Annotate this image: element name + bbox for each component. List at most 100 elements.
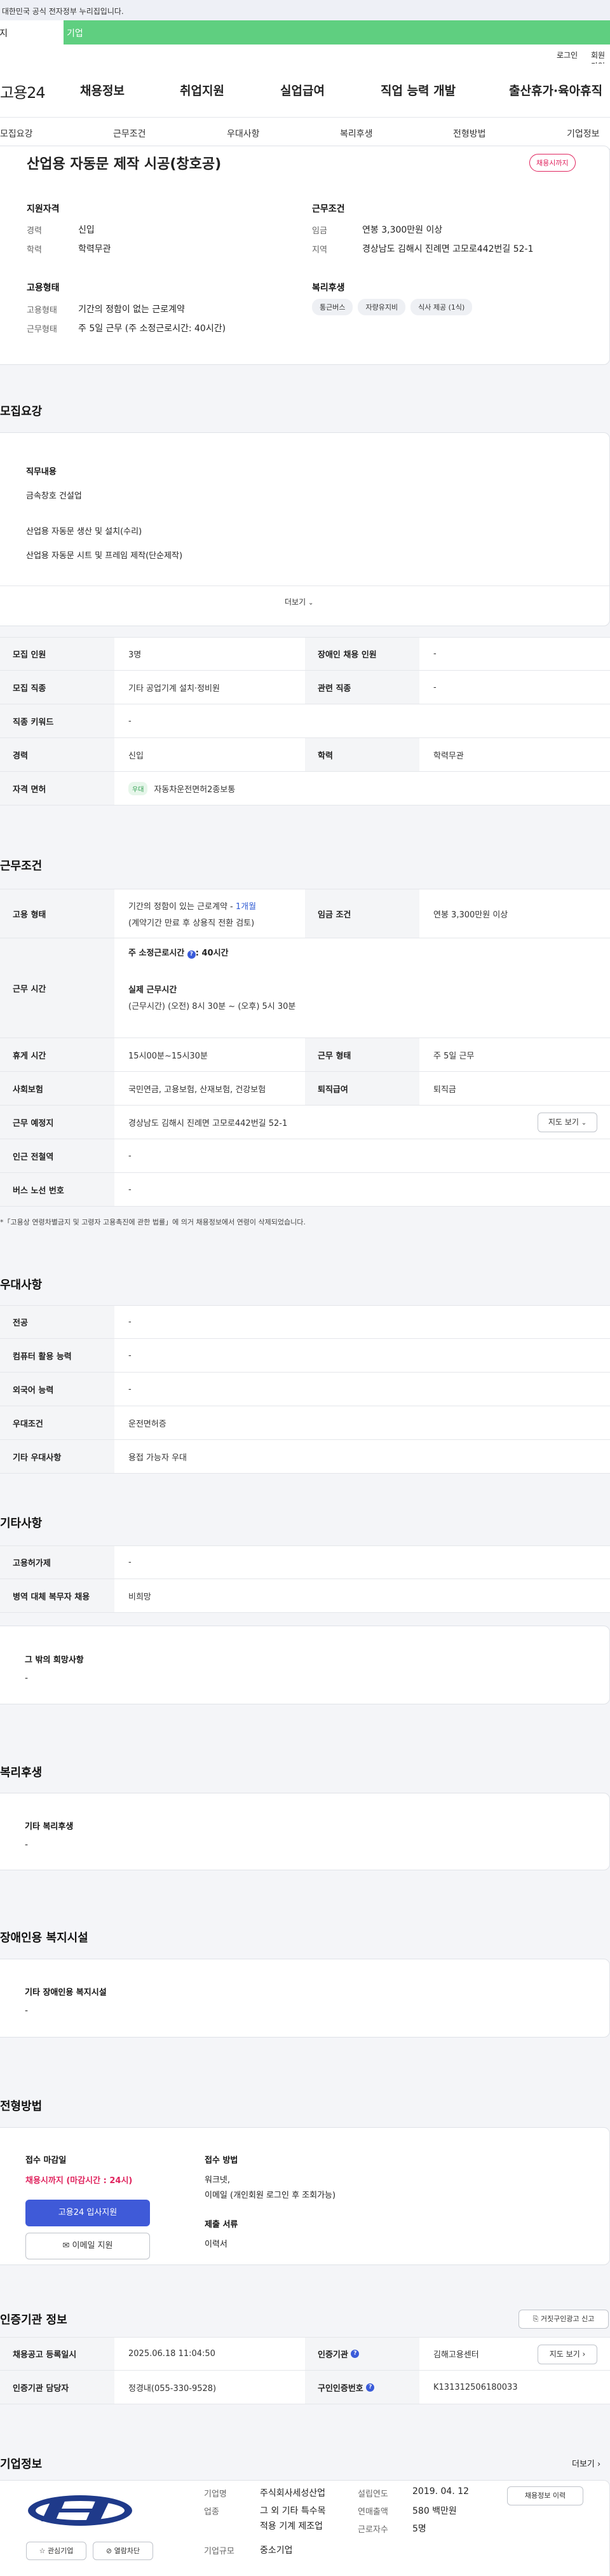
company-more-link[interactable]: 더보기 › [572, 2457, 600, 2469]
tab-preference[interactable]: 우대사항 [227, 127, 260, 140]
agency-map-label: 지도 보기 [549, 2350, 580, 2359]
table-row: 직종 키워드 - [0, 704, 610, 738]
tab-welfare[interactable]: 복리후생 [340, 127, 373, 140]
standard-hours-value: : 40시간 [195, 949, 229, 958]
job-history-button[interactable]: 채용정보 이력 [507, 2486, 583, 2505]
recruit-section-title: 모집요강 [0, 405, 43, 418]
favorite-company-button[interactable]: ☆ 관심기업 [26, 2542, 86, 2560]
notice-banner[interactable]: 기업 [64, 20, 610, 45]
table-row: 우대조건 운전면허증 [0, 1406, 610, 1440]
severance-label: 퇴직급여 [305, 1072, 419, 1105]
career-label: 경력 [27, 226, 42, 236]
deadline-value: 채용시까지 (마감시간 : 24시) [25, 2176, 133, 2186]
work-type-value: 주 5일 근무 (주 소정근로시간: 40시간) [78, 324, 226, 334]
method-line: 워크넷, [205, 2175, 231, 2185]
welfare-heading: 기타 복리후생 [25, 1822, 74, 1832]
subway-value: - [128, 1151, 132, 1161]
help-icon[interactable]: ? [351, 2350, 360, 2358]
table-row: 채용공고 등록일시 2025.06.18 11:04:50 인증기관 ? 김해고… [0, 2337, 610, 2371]
emp-type-value: 기간의 정함이 있는 근로계약 - 1개월 [128, 900, 256, 912]
gnb-item-skills[interactable]: 직업 능력 개발 [381, 81, 456, 99]
method-heading: 접수 방법 [205, 2156, 238, 2165]
tab-process[interactable]: 전형방법 [453, 127, 486, 140]
computer-skill-label: 컴퓨터 활용 능력 [0, 1339, 114, 1372]
break-time-value: 15시00분~15시30분 [128, 1051, 208, 1061]
table-row: 고용허가제 - [0, 1545, 610, 1579]
block-icon: ⊘ [105, 2547, 112, 2555]
mail-icon: ✉ [62, 2241, 70, 2251]
employment-type-heading: 고용형태 [27, 283, 60, 293]
tab-work[interactable]: 근무조건 [113, 127, 146, 140]
site-logo[interactable]: 고용24 [0, 80, 46, 102]
more-button-label: 더보기 [285, 598, 306, 606]
report-icon: ⎘ [532, 2315, 539, 2323]
emp-type-text: 기간의 정함이 있는 근로계약 - [128, 902, 236, 912]
gnb-item-jobs[interactable]: 채용정보 [80, 81, 125, 99]
wage-condition-value: 연봉 3,300만원 이상 [433, 910, 508, 920]
work-place-label: 근무 예정지 [0, 1106, 114, 1139]
tab-recruit[interactable]: 모집요강 [0, 127, 33, 140]
map-button[interactable]: 지도 보기 ⌄ [538, 1113, 597, 1132]
table-row: 외국어 능력 - [0, 1373, 610, 1406]
company-size-label: 기업규모 [204, 2547, 234, 2556]
headcount-label: 모집 인원 [0, 638, 114, 670]
table-row: 기타 우대사항 용접 가능자 우대 [0, 1440, 610, 1474]
welfare-value: - [25, 1840, 29, 1850]
report-fake-ad-button[interactable]: ⎘ 거짓구인광고 신고 [518, 2310, 609, 2329]
help-icon[interactable]: ? [366, 2383, 375, 2392]
agency-section-title: 인증기관 정보 [0, 2313, 67, 2327]
help-icon[interactable]: ? [187, 950, 196, 959]
work-hours-label: 근무 시간 [0, 938, 114, 1038]
tab-company[interactable]: 기업정보 [567, 127, 600, 140]
star-icon: ☆ [39, 2547, 46, 2555]
disabled-facility-card: 기타 장애인용 복지시설 - [0, 1959, 610, 2038]
education-value: 학력무관 [433, 751, 464, 761]
standard-hours: 주 소정근로시간 ?: 40시간 [128, 946, 229, 959]
job-title: 산업용 자동문 제작 시공(창호공) [27, 156, 222, 172]
emp-type-note: (계약기간 만료 후 상용직 전환 검토) [128, 919, 255, 928]
table-row: 인증기관 담당자 정경내(055-330-9528) 구인인증번호 ? K131… [0, 2371, 610, 2404]
gnb-item-employment-support[interactable]: 취업지원 [180, 81, 224, 99]
agency-map-button[interactable]: 지도 보기 › [538, 2345, 597, 2364]
other-wishes-card: 그 밖의 희망사항 - [0, 1626, 610, 1704]
related-job-value: - [433, 682, 437, 692]
actual-hours-label: 실제 근무시간 [128, 985, 177, 995]
report-fake-ad-label: 거짓구인광고 신고 [540, 2315, 595, 2323]
break-time-label: 휴게 시간 [0, 1038, 114, 1071]
email-apply-button[interactable]: ✉ 이메일 지원 [25, 2233, 150, 2259]
documents-heading: 제출 서류 [205, 2220, 238, 2230]
chevron-right-icon: › [582, 2350, 586, 2359]
computer-skill-value: - [128, 1350, 132, 1360]
process-section-title: 전형방법 [0, 2100, 43, 2113]
qualification-heading: 지원자격 [27, 204, 60, 214]
agency-manager-value: 정경내(055-330-9528) [128, 2383, 217, 2394]
posted-date-label: 채용공고 등록일시 [0, 2338, 114, 2370]
table-row: 모집 직종 기타 공업기계 설치·정비원 관련 직종 - [0, 671, 610, 704]
other-preference-label: 기타 우대사항 [0, 1440, 114, 1473]
employment-type-label: 고용형태 [27, 306, 57, 315]
language-value: - [128, 1384, 132, 1394]
company-size-value: 중소기업 [260, 2545, 293, 2556]
duty-line: 산업용 자동문 생산 및 설치(수리) [26, 527, 142, 537]
gnb-item-leave[interactable]: 출산휴가·육아휴직 [509, 81, 602, 99]
license-name: 자동차운전면허2종보통 [154, 784, 236, 795]
actual-hours-detail: (근무시간) (오전) 8시 30분 ~ (오후) 5시 30분 [128, 1002, 296, 1011]
company-logo [26, 2492, 134, 2529]
work-section-title: 근무조건 [0, 860, 43, 873]
bus-value: - [128, 1184, 132, 1195]
more-button[interactable]: 더보기 ⌄ [285, 596, 313, 607]
license-label: 자격 면허 [0, 772, 114, 805]
request-number-label: 구인인증번호 ? [305, 2371, 419, 2404]
notice-left[interactable]: 긴급 공지 [0, 20, 64, 45]
gnb-item-unemployment-benefit[interactable]: 실업급여 [280, 81, 325, 99]
company-section-title: 기업정보 [0, 2458, 43, 2471]
other-wishes-value: - [25, 1673, 29, 1683]
company-logo-icon [28, 2495, 132, 2526]
login-link[interactable]: 로그인 [557, 50, 578, 60]
insurance-label: 사회보험 [0, 1072, 114, 1105]
global-nav: 고용24 채용정보 취업지원 실업급여 직업 능력 개발 출산휴가·육아휴직 [0, 64, 610, 118]
notice-bar: 긴급 공지 기업 [0, 20, 610, 45]
apply-button[interactable]: 고용24 입사지원 [25, 2200, 150, 2226]
table-row: 경력 신입 학력 학력무관 [0, 738, 610, 772]
block-view-button[interactable]: ⊘ 열람차단 [93, 2542, 153, 2560]
